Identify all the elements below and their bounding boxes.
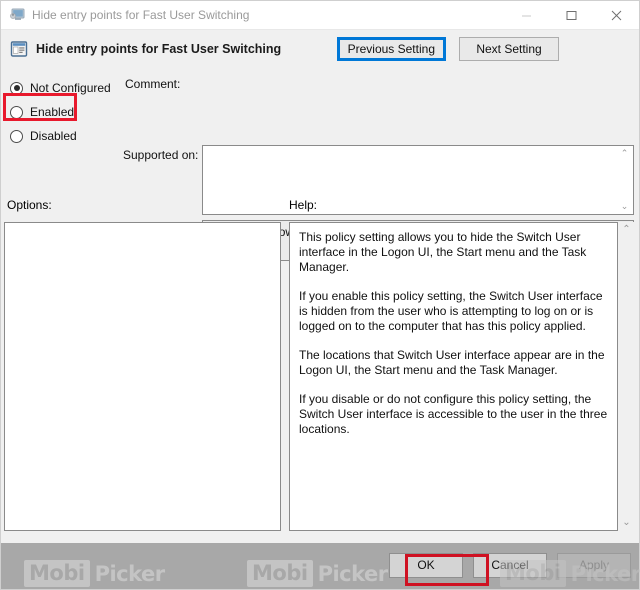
help-text: This policy setting allows you to hide t…: [290, 223, 617, 530]
policy-state-group: Not Configured Enabled Disabled: [7, 76, 127, 148]
minimize-icon[interactable]: [504, 1, 549, 29]
group-policy-icon: [10, 40, 28, 58]
radio-not-configured-label: Not Configured: [30, 81, 111, 95]
window-title: Hide entry points for Fast User Switchin…: [32, 8, 250, 22]
help-scrollbar[interactable]: ⌃ ⌄: [618, 222, 635, 531]
help-panel[interactable]: This policy setting allows you to hide t…: [289, 222, 618, 531]
options-and-help-section: Options: Help: This policy setting allow…: [1, 196, 639, 543]
ok-button[interactable]: OK: [389, 553, 463, 578]
radio-disabled-label: Disabled: [30, 129, 77, 143]
apply-button: Apply: [557, 553, 631, 578]
setting-navigation: Previous Setting Next Setting: [336, 37, 559, 61]
radio-not-configured[interactable]: Not Configured: [7, 76, 127, 100]
help-paragraph-2: If you enable this policy setting, the S…: [299, 289, 603, 333]
scroll-down-icon[interactable]: ⌄: [622, 518, 630, 528]
dialog-footer: OK Cancel Apply: [1, 543, 639, 589]
policy-setting-dialog: Hide entry points for Fast User Switchin…: [0, 0, 640, 590]
comment-label: Comment:: [125, 77, 181, 91]
scroll-up-icon[interactable]: ⌃: [622, 225, 630, 235]
supported-on-label: Supported on:: [123, 148, 199, 162]
radio-enabled-label: Enabled: [30, 105, 75, 119]
setting-title: Hide entry points for Fast User Switchin…: [36, 42, 282, 56]
setting-header: Hide entry points for Fast User Switchin…: [1, 30, 639, 68]
help-paragraph-3: The locations that Switch User interface…: [299, 348, 605, 377]
policy-setting-icon: [9, 7, 25, 23]
next-setting-button[interactable]: Next Setting: [459, 37, 559, 61]
cancel-button[interactable]: Cancel: [473, 553, 547, 578]
maximize-icon[interactable]: [549, 1, 594, 29]
radio-disabled-indicator[interactable]: [10, 129, 23, 143]
title-bar: Hide entry points for Fast User Switchin…: [1, 1, 639, 30]
help-paragraph-1: This policy setting allows you to hide t…: [299, 230, 587, 274]
options-label: Options:: [7, 198, 52, 212]
radio-disabled[interactable]: Disabled: [7, 124, 127, 148]
state-and-comment-section: Not Configured Enabled Disabled Comment:…: [1, 68, 639, 261]
previous-setting-button[interactable]: Previous Setting: [336, 37, 446, 61]
close-icon[interactable]: [594, 1, 639, 29]
footer-buttons: OK Cancel Apply: [389, 553, 631, 578]
scroll-up-icon[interactable]: ⌃: [621, 149, 629, 158]
options-content: [5, 223, 280, 235]
window-controls: [504, 1, 639, 29]
radio-enabled-indicator[interactable]: [10, 105, 23, 119]
help-paragraph-4: If you disable or do not configure this …: [299, 392, 608, 436]
radio-enabled[interactable]: Enabled: [7, 100, 127, 124]
options-panel[interactable]: [4, 222, 281, 531]
radio-not-configured-indicator[interactable]: [10, 81, 23, 95]
help-label: Help:: [289, 198, 318, 212]
